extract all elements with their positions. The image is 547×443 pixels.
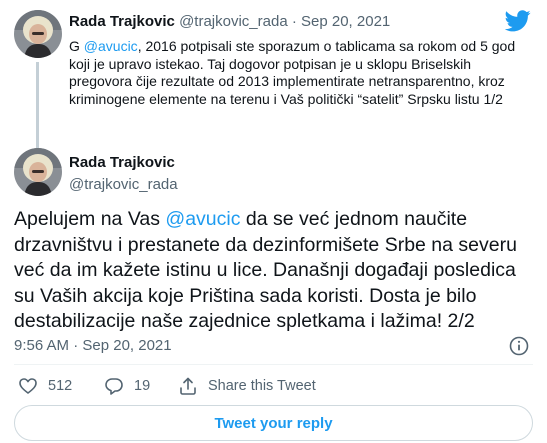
text-prefix: G bbox=[69, 38, 84, 54]
reply-count: 19 bbox=[134, 378, 151, 394]
display-name[interactable]: Rada Trajkovic bbox=[69, 153, 175, 173]
display-name[interactable]: Rada Trajkovic bbox=[69, 13, 175, 30]
like-action[interactable]: 512 bbox=[18, 374, 72, 398]
separator-dot: · bbox=[291, 13, 297, 30]
divider bbox=[14, 364, 533, 365]
share-action[interactable]: Share this Tweet bbox=[178, 374, 316, 398]
share-label: Share this Tweet bbox=[208, 378, 316, 394]
thread-connector-line bbox=[36, 62, 39, 148]
tweet-actions: 512 19 Share this Tweet bbox=[14, 374, 533, 398]
main-tweet-header: Rada Trajkovic @trajkovic_rada bbox=[0, 145, 547, 205]
heart-icon bbox=[19, 378, 37, 394]
tweet-date[interactable]: Sep 20, 2021 bbox=[301, 13, 390, 30]
avatar[interactable] bbox=[14, 10, 62, 58]
share-icon bbox=[180, 377, 196, 395]
parent-tweet-text: G @avucic, 2016 potpisali ste sporazum o… bbox=[69, 38, 519, 108]
comment-icon bbox=[105, 378, 123, 395]
main-tweet-text: Apelujem na Vas @avucic da se već jednom… bbox=[14, 207, 529, 335]
parent-tweet[interactable]: Rada Trajkovic @trajkovic_rada · Sep 20,… bbox=[0, 0, 547, 150]
text-prefix: Apelujem na Vas bbox=[14, 208, 166, 230]
parent-tweet-header: Rada Trajkovic @trajkovic_rada · Sep 20,… bbox=[69, 12, 390, 32]
handle[interactable]: @trajkovic_rada bbox=[179, 13, 288, 30]
tweet-your-reply-button[interactable]: Tweet your reply bbox=[14, 405, 533, 441]
mention-link[interactable]: @avucic bbox=[84, 38, 138, 54]
mention-link[interactable]: @avucic bbox=[165, 208, 240, 230]
tweet-timestamp[interactable]: 9:56 AM · Sep 20, 2021 bbox=[14, 336, 172, 356]
like-count: 512 bbox=[48, 378, 73, 394]
reply-action[interactable]: 19 bbox=[104, 374, 150, 398]
avatar[interactable] bbox=[14, 148, 62, 196]
info-icon[interactable] bbox=[509, 336, 529, 356]
handle[interactable]: @trajkovic_rada bbox=[69, 175, 178, 195]
